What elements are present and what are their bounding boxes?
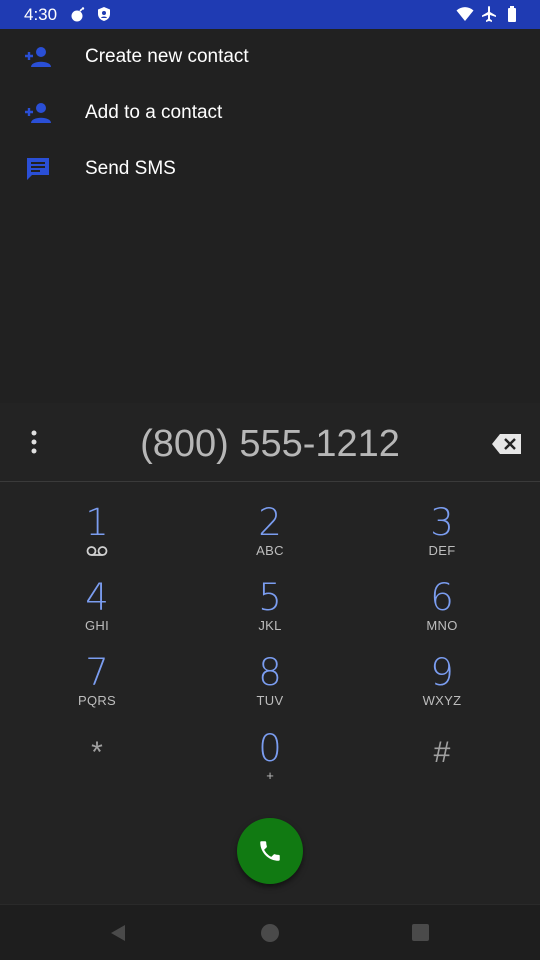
recents-icon[interactable] <box>412 924 429 941</box>
key-0[interactable]: 0 + <box>210 729 330 799</box>
key-digit: 5 <box>258 576 282 619</box>
key-3[interactable]: 3 DEF <box>382 503 502 573</box>
digits-row: (800) 555-1212 <box>0 403 540 482</box>
key-8[interactable]: 8 TUV <box>210 653 330 723</box>
home-icon[interactable] <box>261 924 279 942</box>
send-sms-item[interactable]: Send SMS <box>0 141 540 197</box>
menu-item-label: Add to a contact <box>85 102 223 123</box>
key-letters: PQRS <box>77 693 117 708</box>
voicemail-icon <box>86 546 108 556</box>
add-person-icon <box>25 47 51 67</box>
back-icon[interactable] <box>108 923 128 943</box>
key-letters: GHI <box>84 618 109 633</box>
add-person-icon <box>25 103 51 123</box>
key-digit: 7 <box>85 651 109 694</box>
key-digit: 6 <box>430 576 454 619</box>
key-4[interactable]: 4 GHI <box>37 578 157 648</box>
key-letters: + <box>266 768 274 783</box>
message-icon <box>27 158 49 180</box>
wifi-icon <box>456 7 474 21</box>
add-to-contact-item[interactable]: Add to a contact <box>0 85 540 141</box>
bomb-icon <box>71 7 85 22</box>
battery-icon <box>508 6 516 22</box>
key-9[interactable]: 9 WXYZ <box>382 653 502 723</box>
key-letters: TUV <box>256 693 284 708</box>
navigation-bar <box>0 904 540 960</box>
key-letters: ABC <box>256 543 284 558</box>
key-6[interactable]: 6 MNO <box>382 578 502 648</box>
key-star[interactable]: * <box>37 733 157 803</box>
menu-item-label: Send SMS <box>85 158 176 179</box>
key-5[interactable]: 5 JKL <box>210 578 330 648</box>
key-digit: * <box>91 736 103 769</box>
create-new-contact-item[interactable]: Create new contact <box>0 29 540 85</box>
backspace-icon[interactable] <box>491 433 523 455</box>
key-1[interactable]: 1 <box>37 503 157 573</box>
dialpad: (800) 555-1212 1 2 ABC 3 DEF 4 GHI 5 JKL… <box>0 403 540 904</box>
key-digit: 1 <box>85 501 109 544</box>
shield-icon <box>98 7 110 21</box>
key-digit: 2 <box>258 501 282 544</box>
menu-item-label: Create new contact <box>85 46 249 67</box>
contact-actions-menu: Create new contact Add to a contact Send… <box>0 29 540 197</box>
key-digit: # <box>433 736 451 769</box>
key-7[interactable]: 7 PQRS <box>37 653 157 723</box>
key-digit: 0 <box>258 727 282 770</box>
key-letters: MNO <box>426 618 458 633</box>
status-bar: 4:30 <box>0 0 540 29</box>
phone-icon <box>260 841 280 861</box>
dialed-number[interactable]: (800) 555-1212 <box>0 422 540 466</box>
key-digit: 8 <box>258 651 282 694</box>
dialer-screen: 4:30 Create new contact Add to a contact… <box>0 0 540 960</box>
key-digit: 9 <box>430 651 454 694</box>
key-letters: JKL <box>258 618 282 633</box>
key-digit: 4 <box>85 576 109 619</box>
key-letters: WXYZ <box>422 693 462 708</box>
status-time: 4:30 <box>24 5 58 24</box>
key-hash[interactable]: # <box>382 733 502 803</box>
key-2[interactable]: 2 ABC <box>210 503 330 573</box>
key-digit: 3 <box>430 501 454 544</box>
airplane-icon <box>482 6 496 22</box>
key-letters: DEF <box>428 543 456 558</box>
call-button[interactable] <box>237 818 303 884</box>
